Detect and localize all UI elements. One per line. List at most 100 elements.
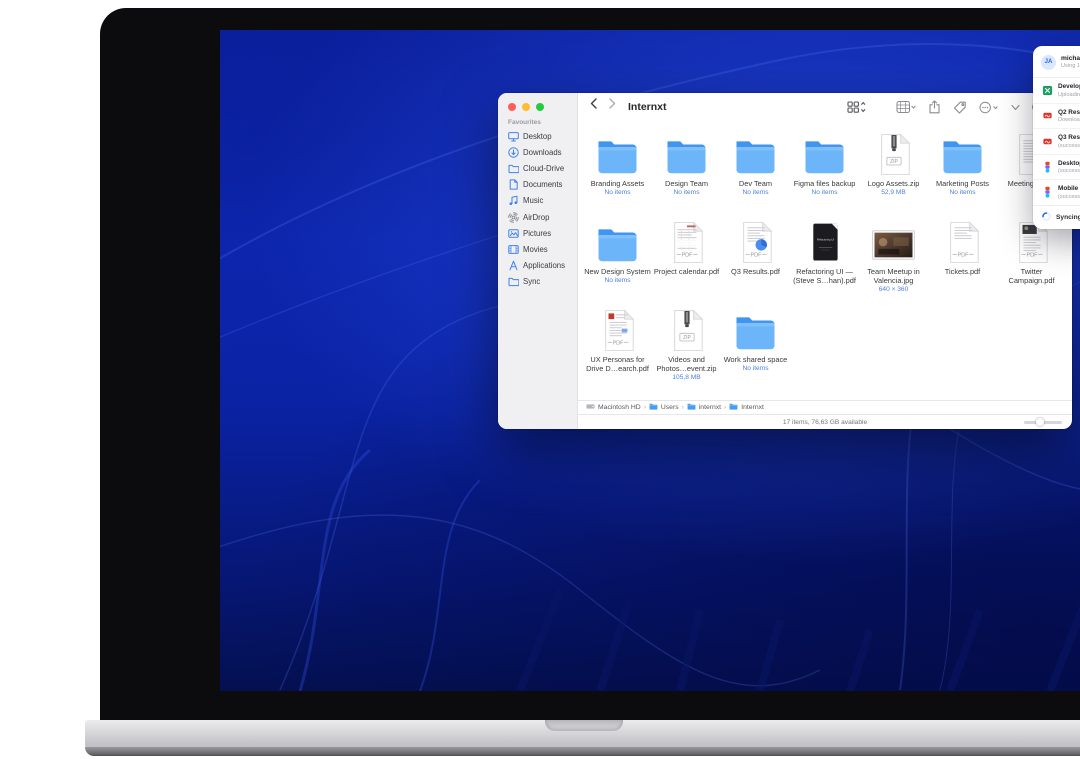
slider-knob[interactable] [1036, 418, 1044, 426]
file-meta: 105,8 MB [652, 374, 721, 381]
sidebar-item-label: Movies [523, 245, 548, 254]
breadcrumb-separator: › [724, 404, 726, 411]
breadcrumb-separator: › [644, 404, 646, 411]
file-item[interactable]: New Design SystemNo items [583, 217, 652, 305]
finder-window: Favourites DesktopDownloadsCloud-DriveDo… [498, 93, 1072, 429]
laptop-lid-notch [545, 720, 623, 731]
zip-icon: ZIP [859, 129, 928, 176]
transfer-item[interactable]: Q3 Results (2022).pdf (success_message) [1033, 128, 1080, 154]
sidebar-item-sync[interactable]: Sync [498, 274, 577, 290]
sidebar-item-label: Pictures [523, 229, 551, 238]
breadcrumb-item[interactable]: Users [649, 402, 679, 413]
status-bar: 17 items, 76,63 GB available [578, 414, 1072, 429]
applications-icon [508, 260, 519, 271]
pdf-ux-icon: PDF [583, 305, 652, 352]
file-name: Work shared space [721, 355, 790, 364]
file-item[interactable]: Branding AssetsNo items [583, 129, 652, 217]
forward-button[interactable] [609, 98, 616, 109]
transfer-status: (success_message) [1058, 143, 1080, 149]
file-item[interactable]: PDFQ3 Results.pdf [721, 217, 790, 305]
group-icon[interactable] [896, 100, 916, 114]
sidebar-item-applications[interactable]: Applications [498, 258, 577, 274]
view-grid-icon[interactable] [847, 100, 866, 114]
sidebar-item-label: Applications [523, 261, 565, 270]
sidebar-item-music[interactable]: Music [498, 193, 577, 209]
breadcrumb-item[interactable]: Macintosh HD [586, 402, 641, 413]
sidebar-item-label: Documents [523, 180, 562, 189]
folder-icon [583, 129, 652, 176]
svg-text:PDF: PDF [750, 253, 762, 259]
movies-icon [508, 244, 519, 255]
sidebar-item-desktop[interactable]: Desktop [498, 128, 577, 144]
sidebar-item-cloud-drive[interactable]: Cloud-Drive [498, 160, 577, 176]
breadcrumb-item[interactable]: internxt [687, 402, 721, 413]
file-item[interactable]: Team Meetup in Valencia.jpg640 × 360 [859, 217, 928, 305]
share-icon[interactable] [928, 100, 941, 114]
file-name: Tickets.pdf [928, 267, 997, 276]
minimize-button[interactable] [522, 103, 530, 111]
file-item[interactable]: PDFTwitter Campaign.pdf [997, 217, 1066, 305]
image-icon [859, 217, 928, 264]
file-item[interactable]: PDFTickets.pdf [928, 217, 997, 305]
back-button[interactable] [590, 98, 597, 109]
transfer-item[interactable]: Development expenses.xlsxUploading 64% [1033, 78, 1080, 103]
transfer-item[interactable]: Q2 Results (2022).pdfDownloading 26% [1033, 103, 1080, 129]
file-item[interactable]: Figma files backupNo items [790, 129, 859, 217]
sidebar-item-documents[interactable]: Documents [498, 177, 577, 193]
sidebar-item-downloads[interactable]: Downloads [498, 144, 577, 160]
folder-icon [721, 129, 790, 176]
breadcrumb-item[interactable]: Internxt [729, 402, 764, 413]
breadcrumb-label: Macintosh HD [598, 404, 641, 411]
svg-text:PDF: PDF [612, 341, 624, 347]
file-name: Dev Team [721, 179, 790, 188]
sidebar-item-label: Downloads [523, 148, 562, 157]
sidebar-item-airdrop[interactable]: AirDrop [498, 209, 577, 225]
file-item[interactable]: PDFProject calendar.pdf [652, 217, 721, 305]
crumb-folder-icon [649, 402, 658, 413]
file-item[interactable]: PDFUX Personas for Drive D…earch.pdf [583, 305, 652, 393]
transfer-name: Q3 Results (2022).pdf [1058, 134, 1080, 141]
transfer-name: Development expenses.xlsx [1058, 83, 1080, 90]
file-name: Design Team [652, 179, 721, 188]
file-item[interactable]: Refactoring UI Refactoring UI — (Steve S…… [790, 217, 859, 305]
file-name: Project calendar.pdf [652, 267, 721, 276]
file-item[interactable]: Dev TeamNo items [721, 129, 790, 217]
file-name: New Design System [583, 267, 652, 276]
items-summary: 17 items, 76,63 GB available [578, 419, 1072, 426]
transfer-item[interactable]: Desktop migration and onboardi…(success_… [1033, 154, 1080, 180]
file-meta: No items [583, 277, 652, 284]
file-item[interactable]: Design TeamNo items [652, 129, 721, 217]
transfer-item[interactable]: Mobile share folder flows.fig(success_me… [1033, 179, 1080, 205]
svg-text:Refactoring UI: Refactoring UI [816, 238, 833, 242]
zoom-button[interactable] [536, 103, 544, 111]
file-item[interactable]: ZIPLogo Assets.zip52,9 MB [859, 129, 928, 217]
file-item[interactable]: Work shared spaceNo items [721, 305, 790, 393]
actions-icon[interactable] [979, 101, 999, 114]
pdf-chart-icon: PDF [721, 217, 790, 264]
figma-icon [1041, 186, 1053, 198]
breadcrumb-label: Internxt [741, 404, 764, 411]
storage-usage: Using 176,42GB of 200GB [1061, 63, 1080, 69]
file-name: Refactoring UI — (Steve S…han).pdf [790, 267, 859, 285]
excel-icon [1041, 85, 1053, 96]
account-header[interactable]: JA michael@internxt.com Using 176,42GB o… [1033, 46, 1080, 78]
document-icon [508, 179, 519, 190]
chevron-down-icon[interactable] [1011, 104, 1020, 111]
file-name: Figma files backup [790, 179, 859, 188]
crumb-folder-icon [729, 402, 738, 413]
icon-size-slider[interactable] [1024, 421, 1062, 424]
file-meta: 640 × 360 [859, 286, 928, 293]
file-item[interactable]: Marketing PostsNo items [928, 129, 997, 217]
sidebar-item-movies[interactable]: Movies [498, 241, 577, 257]
folder-icon [652, 129, 721, 176]
window-controls [508, 103, 544, 111]
close-button[interactable] [508, 103, 516, 111]
file-meta: No items [721, 189, 790, 196]
file-item[interactable]: ZIPVideos and Photos…event.zip105,8 MB [652, 305, 721, 393]
sidebar-item-label: Desktop [523, 132, 552, 141]
file-name: Twitter Campaign.pdf [997, 267, 1066, 285]
sync-status-label: Syncing your files [1056, 214, 1080, 221]
tag-icon[interactable] [953, 101, 967, 114]
sidebar-item-pictures[interactable]: Pictures [498, 225, 577, 241]
finder-toolbar: Internxt [578, 93, 1072, 121]
